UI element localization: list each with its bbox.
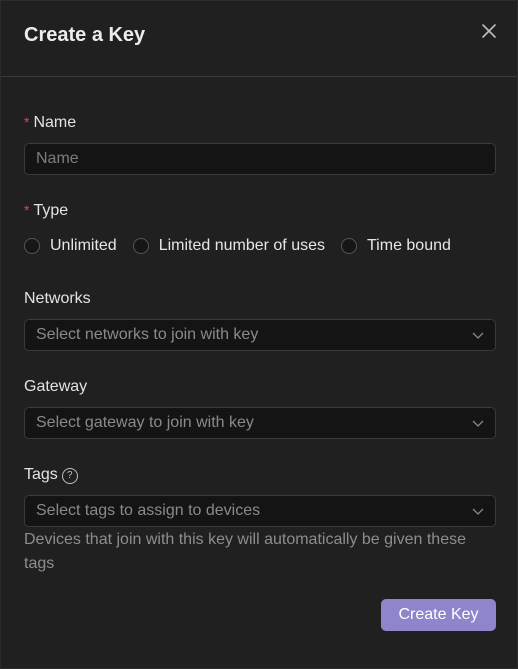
modal-header: Create a Key bbox=[1, 1, 517, 77]
networks-placeholder: Select networks to join with key bbox=[36, 326, 259, 343]
networks-label: Networks bbox=[24, 290, 91, 307]
gateway-placeholder: Select gateway to join with key bbox=[36, 414, 254, 431]
modal-title: Create a Key bbox=[24, 24, 146, 46]
name-label: * Name bbox=[24, 114, 76, 132]
type-radio-group: Unlimited Limited number of uses Time bo… bbox=[24, 237, 467, 255]
type-option-limited[interactable]: Limited number of uses bbox=[132, 237, 325, 255]
type-label: * Type bbox=[24, 202, 68, 220]
tags-placeholder: Select tags to assign to devices bbox=[36, 502, 261, 519]
required-mark: * bbox=[24, 202, 30, 218]
required-mark: * bbox=[24, 114, 30, 130]
chevron-down-icon bbox=[472, 420, 484, 427]
tags-hint: Devices that join with this key will aut… bbox=[24, 531, 466, 572]
chevron-down-icon bbox=[472, 508, 484, 515]
radio-circle[interactable] bbox=[341, 238, 357, 254]
radio-circle[interactable] bbox=[132, 238, 149, 254]
type-label-text: Type bbox=[33, 202, 69, 219]
type-option-time-bound[interactable]: Time bound bbox=[341, 237, 451, 255]
gateway-select[interactable]: Select gateway to join with key bbox=[24, 407, 496, 439]
question-circle-icon[interactable]: ? bbox=[61, 468, 78, 484]
type-option-unlimited[interactable]: Unlimited bbox=[24, 237, 117, 255]
radio-label: Unlimited bbox=[50, 237, 117, 254]
radio-label: Time bound bbox=[367, 237, 451, 254]
radio-circle[interactable] bbox=[24, 238, 40, 254]
tags-label: Tags? bbox=[24, 466, 78, 484]
networks-select[interactable]: Select networks to join with key bbox=[24, 319, 496, 351]
chevron-down-icon bbox=[472, 332, 484, 339]
gateway-label: Gateway bbox=[24, 378, 88, 395]
close-icon[interactable] bbox=[479, 21, 499, 41]
tags-select[interactable]: Select tags to assign to devices bbox=[24, 495, 496, 527]
radio-label: Limited number of uses bbox=[158, 237, 325, 254]
tags-label-text: Tags bbox=[24, 466, 58, 483]
create-key-modal: Create a Key *Name *Type Unlimited Limit… bbox=[0, 0, 518, 669]
create-key-button[interactable]: Create Key bbox=[381, 599, 496, 631]
name-input[interactable] bbox=[24, 143, 496, 175]
name-label-text: Name bbox=[33, 114, 77, 131]
